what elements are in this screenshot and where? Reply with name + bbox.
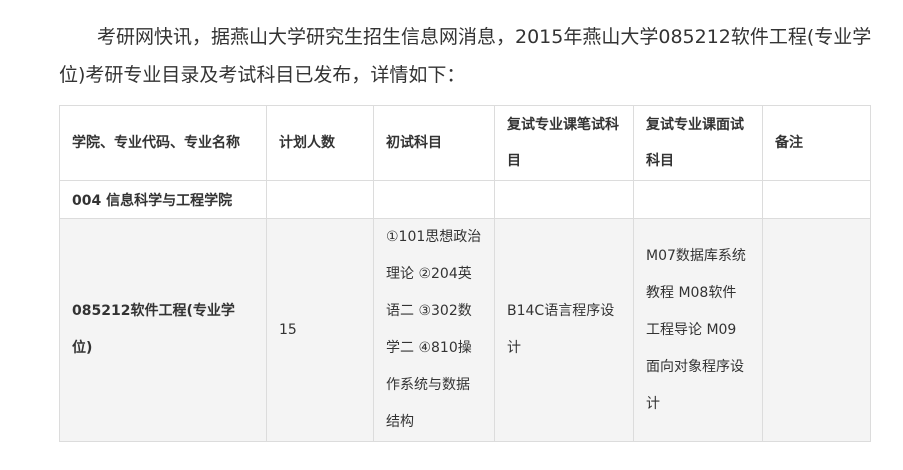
initial-exam-cell: ①101思想政治理论 ②204英语二 ③302数学二 ④810操作系统与数据结构 bbox=[373, 218, 495, 442]
plan-count-cell: 15 bbox=[266, 218, 374, 442]
intro-paragraph: 考研网快讯，据燕山大学研究生招生信息网消息，2015年燕山大学085212软件工… bbox=[59, 26, 872, 86]
note-cell bbox=[762, 218, 871, 442]
empty-cell bbox=[373, 180, 495, 219]
header-college: 学院、专业代码、专业名称 bbox=[59, 105, 267, 181]
empty-cell bbox=[762, 180, 871, 219]
header-note: 备注 bbox=[762, 105, 871, 181]
empty-cell bbox=[633, 180, 763, 219]
table-row-school: 004 信息科学与工程学院 bbox=[59, 180, 871, 219]
empty-cell bbox=[266, 180, 374, 219]
written-exam-cell: B14C语言程序设计 bbox=[494, 218, 634, 442]
header-plan: 计划人数 bbox=[266, 105, 374, 181]
interview-exam-cell: M07数据库系统教程 M08软件工程导论 M09面向对象程序设计 bbox=[633, 218, 763, 442]
table-header-row: 学院、专业代码、专业名称 计划人数 初试科目 复试专业课笔试科目 复试专业课面试… bbox=[59, 105, 871, 181]
header-interview-exam: 复试专业课面试科目 bbox=[633, 105, 763, 181]
major-name-cell: 085212软件工程(专业学位) bbox=[59, 218, 267, 442]
header-initial-exam: 初试科目 bbox=[373, 105, 495, 181]
empty-cell bbox=[494, 180, 634, 219]
major-catalog-table: 学院、专业代码、专业名称 计划人数 初试科目 复试专业课笔试科目 复试专业课面试… bbox=[59, 105, 871, 442]
table-row-major: 085212软件工程(专业学位) 15 ①101思想政治理论 ②204英语二 ③… bbox=[59, 218, 871, 442]
school-name-cell: 004 信息科学与工程学院 bbox=[59, 180, 267, 219]
header-written-exam: 复试专业课笔试科目 bbox=[494, 105, 634, 181]
